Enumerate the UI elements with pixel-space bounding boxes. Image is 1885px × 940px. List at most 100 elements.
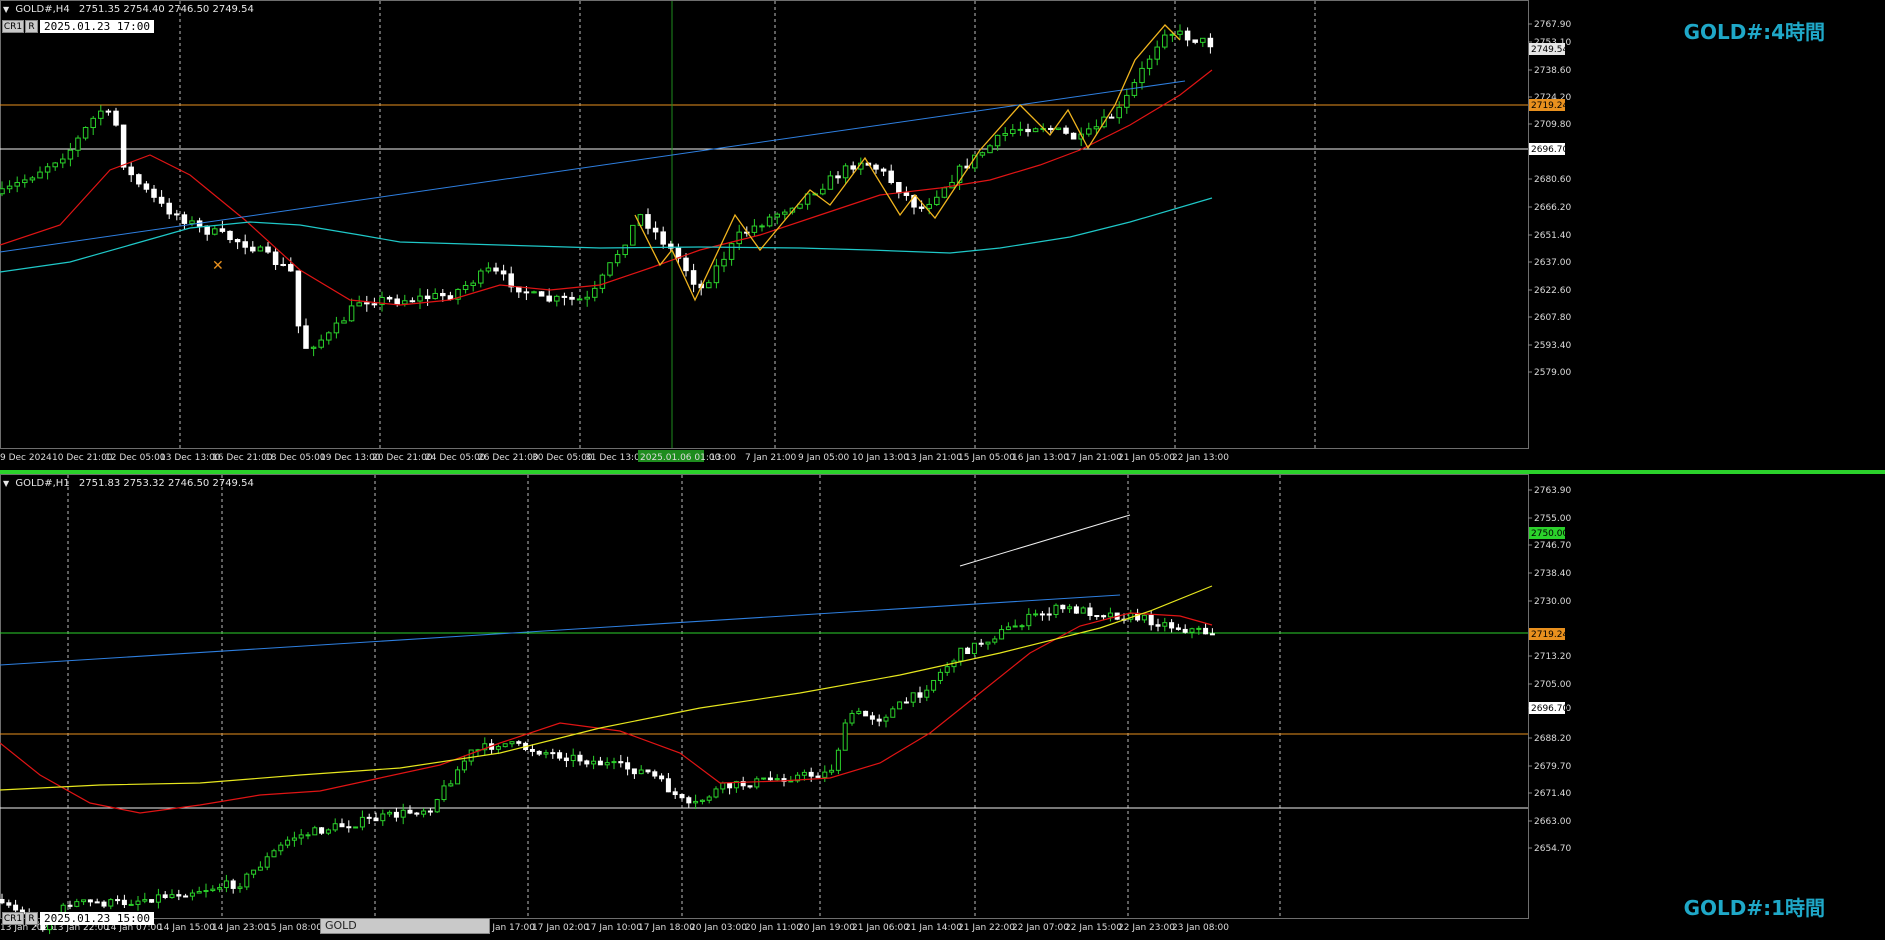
candle-body	[584, 760, 590, 765]
candle-body	[356, 302, 362, 307]
candle-body	[447, 295, 454, 300]
time-axis-label: 23 Jan 08:00	[1172, 923, 1229, 933]
candle-body	[22, 179, 28, 184]
candle-body	[774, 778, 780, 781]
candle-body	[1182, 628, 1188, 633]
candle-body	[427, 810, 433, 813]
object-label[interactable]: GOLD	[320, 918, 490, 934]
candle-body	[903, 701, 909, 704]
candle-body	[495, 746, 501, 750]
h4-chart-canvas[interactable]: 2767.902753.102738.602724.202709.802680.…	[0, 0, 1885, 470]
candle-body	[604, 762, 610, 766]
candle-body	[158, 196, 165, 204]
time-axis-label: 24 Dec 05:00	[425, 453, 486, 463]
candle-body	[1209, 633, 1215, 636]
time-axis-label: 20 Jan 11:00	[745, 923, 802, 933]
time-axis-label: 18 Dec 05:00	[265, 453, 326, 463]
h1-tag-r[interactable]: R	[25, 912, 38, 925]
chart-pane-h1[interactable]: 13 Jan 2025 13 Jan 22:00 14 Jan 07:00 14 Ja…	[0, 474, 1885, 940]
candle-body	[386, 296, 393, 300]
candle-body	[373, 817, 379, 822]
candle-body	[849, 712, 855, 724]
candle-body	[212, 228, 218, 235]
price-axis-label: 2738.60	[1534, 66, 1571, 76]
candle-body	[896, 181, 902, 194]
candle-body	[971, 642, 977, 655]
h4-ohlc: 2751.35 2754.40 2746.50 2749.54	[78, 4, 254, 15]
candle-body	[295, 270, 302, 327]
candle-body	[638, 769, 644, 775]
candle-body	[754, 778, 760, 788]
candle-body	[842, 722, 848, 751]
candle-body	[1148, 614, 1154, 626]
candle-body	[903, 192, 910, 196]
candle-body	[563, 757, 569, 762]
candle-body	[1046, 613, 1052, 616]
candle-body	[90, 117, 96, 129]
candle-body	[659, 775, 665, 780]
candle-body	[485, 267, 492, 272]
candle-body	[326, 332, 332, 341]
candle-body	[835, 175, 841, 179]
candle-body	[303, 325, 309, 349]
candle-body	[645, 214, 651, 229]
candle-body	[257, 866, 263, 871]
candle-body	[597, 760, 603, 766]
candle-body	[1154, 46, 1160, 60]
candle-body	[264, 856, 270, 868]
candle-body	[631, 768, 637, 775]
candle-body	[1141, 614, 1147, 621]
price-axis-label: 2746.70	[1534, 541, 1571, 551]
candle-body	[310, 346, 317, 349]
candle-body	[618, 761, 624, 764]
time-axis-label: 31 Dec 13:00	[585, 453, 646, 463]
candle-body	[143, 183, 150, 190]
candle-body	[1139, 67, 1145, 84]
candle-body	[169, 894, 175, 898]
time-axis-label: 20 Jan 19:00	[798, 923, 855, 933]
candle-body	[1005, 626, 1011, 631]
candle-body	[965, 647, 971, 655]
h4-price-flag-current: 2749.54	[1531, 45, 1568, 55]
h4-tag-r[interactable]: R	[25, 20, 38, 33]
ma-cyan-line	[0, 197, 1213, 273]
candle-body	[1010, 129, 1016, 135]
time-axis-label: 22 Jan 07:00	[1012, 923, 1069, 933]
collapse-triangle-icon[interactable]: ▼	[3, 479, 9, 488]
candle-body	[1094, 615, 1100, 618]
candle-body	[985, 641, 991, 645]
price-axis-label: 2688.20	[1534, 734, 1571, 744]
candle-body	[599, 274, 606, 289]
h1-tag-cr1[interactable]: CR1	[2, 912, 24, 925]
candle-body	[1207, 37, 1214, 48]
chart-pane-h4[interactable]: 2767.902753.102738.602724.202709.802680.…	[0, 0, 1885, 470]
candle-body	[934, 196, 940, 205]
candle-body	[614, 254, 621, 264]
candle-body	[727, 782, 733, 789]
candle-body	[250, 246, 256, 252]
price-axis-label: 2607.80	[1534, 313, 1571, 323]
price-axis-label: 2713.20	[1534, 652, 1571, 662]
candle-body	[531, 291, 537, 294]
h1-chart-canvas[interactable]: 13 Jan 202513 Jan 22:0014 Jan 07:0014 Ja…	[0, 474, 1885, 940]
candle-body	[257, 246, 264, 252]
candle-body	[888, 170, 894, 183]
collapse-triangle-icon[interactable]: ▼	[3, 5, 9, 14]
candle-body	[461, 760, 467, 771]
candle-body	[713, 265, 720, 284]
candle-body	[897, 701, 903, 710]
candle-body	[1108, 116, 1115, 119]
candle-body	[448, 783, 454, 787]
time-axis-label: 15 Jan 08:00	[265, 923, 322, 933]
candle-body	[121, 899, 127, 906]
candle-body	[6, 902, 12, 906]
candle-body	[1169, 622, 1175, 629]
candle-body	[1086, 128, 1092, 135]
candle-body	[958, 647, 964, 662]
candle-body	[74, 901, 80, 907]
h4-tag-cr1[interactable]: CR1	[2, 20, 24, 33]
candle-body	[271, 850, 277, 858]
h1-ohlc: 2751.83 2753.32 2746.50 2749.54	[78, 478, 254, 489]
candle-body	[761, 777, 767, 780]
candle-body	[108, 899, 114, 907]
